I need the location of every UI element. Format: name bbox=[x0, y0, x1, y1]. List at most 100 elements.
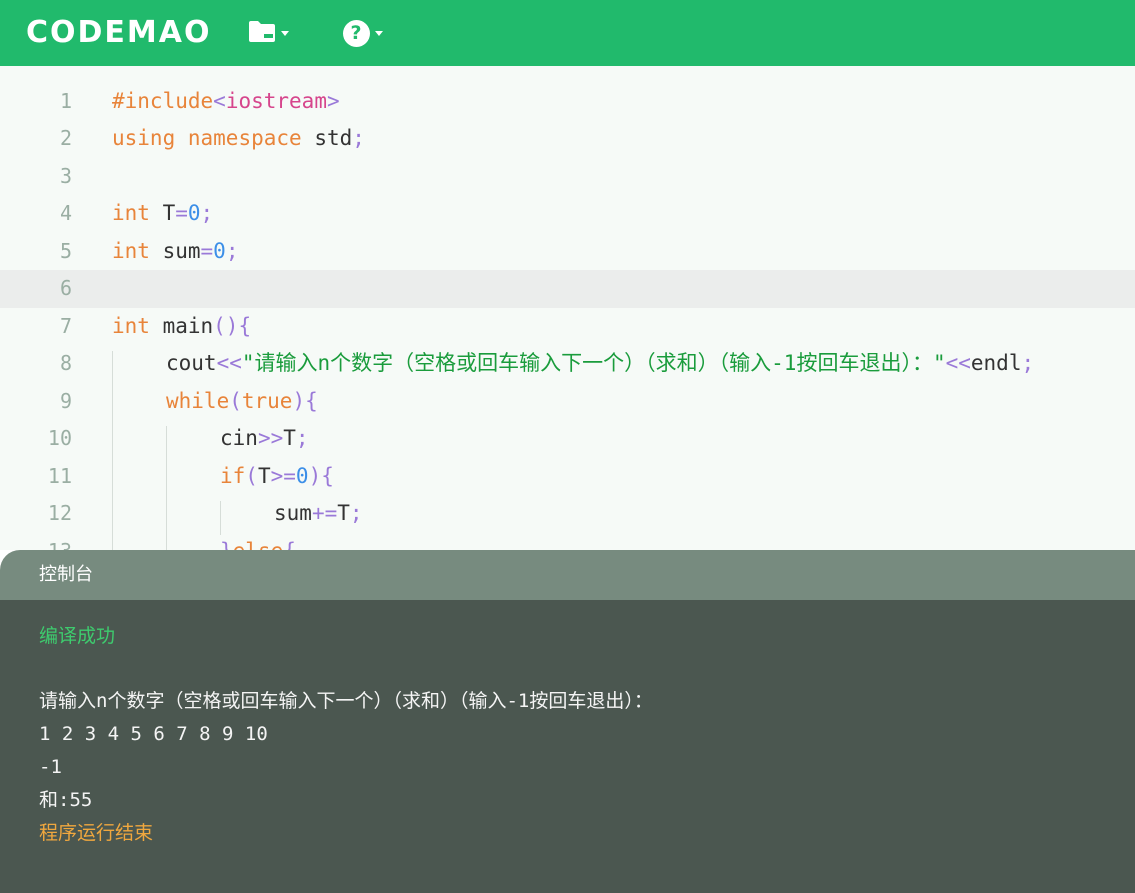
code-token: = bbox=[200, 238, 214, 263]
code-text: int sum=0; bbox=[112, 233, 238, 271]
codemao-logo[interactable]: CODEMAO bbox=[26, 0, 212, 66]
code-line[interactable]: 2 using namespace std; bbox=[0, 120, 1135, 158]
code-text: sum+=T; bbox=[274, 495, 363, 533]
code-token: ; bbox=[295, 426, 309, 450]
app-window: CODEMAO ? 1 #include<iostream> 2 using name… bbox=[0, 0, 1135, 893]
compile-status: 编译成功 bbox=[39, 625, 116, 647]
file-menu-button[interactable] bbox=[248, 13, 289, 53]
line-number: 9 bbox=[59, 388, 72, 413]
code-token: > bbox=[326, 88, 340, 113]
console-output: 编译成功 请输入n个数字（空格或回车输入下一个）（求和）（输入-1按回车退出）：… bbox=[0, 600, 1135, 893]
code-token: T bbox=[337, 501, 350, 525]
indent-guide bbox=[166, 426, 167, 550]
code-token: else bbox=[233, 539, 284, 551]
code-token: if bbox=[220, 463, 246, 488]
code-line[interactable]: 5 int sum=0; bbox=[0, 233, 1135, 271]
line-number: 6 bbox=[59, 276, 72, 300]
code-token: << bbox=[216, 351, 242, 375]
code-token: sum bbox=[274, 501, 312, 525]
code-token: 0 bbox=[295, 463, 309, 488]
code-token: ( bbox=[245, 463, 258, 488]
code-text: cout<<"请输入n个数字（空格或回车输入下一个）（求和）（输入-1按回车退出… bbox=[166, 345, 1034, 383]
line-number: 12 bbox=[47, 501, 72, 525]
code-line[interactable]: 9 while(true){ bbox=[0, 383, 1135, 421]
code-token: >> bbox=[257, 426, 284, 450]
line-number: 10 bbox=[47, 426, 72, 450]
question-circle-icon: ? bbox=[342, 19, 370, 47]
code-line[interactable]: 4 int T=0; bbox=[0, 195, 1135, 233]
code-token: 0 bbox=[187, 201, 201, 225]
indent-guide bbox=[112, 351, 113, 550]
code-token: ; bbox=[352, 126, 365, 150]
code-token: using bbox=[112, 126, 176, 150]
code-token: namespace bbox=[187, 126, 302, 150]
code-token: int bbox=[112, 201, 150, 225]
code-token: } bbox=[220, 539, 233, 551]
code-token: true bbox=[241, 388, 293, 413]
code-line[interactable]: 12 sum+=T; bbox=[0, 495, 1135, 533]
code-line[interactable]: 10 cin>>T; bbox=[0, 420, 1135, 458]
indent-guide bbox=[220, 501, 221, 535]
console-panel: 控制台 编译成功 请输入n个数字（空格或回车输入下一个）（求和）（输入-1按回车… bbox=[0, 550, 1135, 893]
code-token: ){ bbox=[308, 463, 334, 488]
code-token: std bbox=[301, 126, 353, 150]
code-token: << bbox=[945, 351, 971, 375]
code-text: if(T>=0){ bbox=[220, 458, 334, 496]
code-text: int main(){ bbox=[112, 308, 251, 346]
code-token: #include bbox=[112, 88, 214, 113]
top-toolbar: CODEMAO ? bbox=[0, 0, 1135, 66]
code-token: while bbox=[166, 388, 230, 413]
help-menu-button[interactable]: ? bbox=[342, 13, 383, 53]
code-editor[interactable]: 1 #include<iostream> 2 using namespace std;… bbox=[0, 66, 1135, 550]
finish-status: 程序运行结束 bbox=[39, 822, 154, 844]
line-number: 7 bbox=[59, 313, 72, 338]
code-text: using namespace std; bbox=[112, 120, 365, 158]
code-token: < bbox=[213, 88, 226, 113]
code-token: cin bbox=[220, 426, 258, 450]
code-line[interactable]: 6 bbox=[0, 270, 1135, 308]
code-token: T bbox=[283, 426, 296, 450]
code-token: "请输入n个数字（空格或回车输入下一个）（求和）（输入-1按回车退出）：" bbox=[241, 351, 946, 375]
code-token: sum bbox=[149, 238, 201, 263]
code-token: ; bbox=[1021, 351, 1035, 375]
code-text: }else{ bbox=[220, 533, 296, 551]
code-line[interactable]: 1 #include<iostream> bbox=[0, 83, 1135, 121]
code-line[interactable]: 11 if(T>=0){ bbox=[0, 458, 1135, 496]
code-token: (){ bbox=[213, 313, 252, 338]
line-number: 4 bbox=[59, 201, 72, 225]
code-token: ; bbox=[200, 201, 214, 225]
code-line[interactable]: 13}else{ bbox=[0, 533, 1135, 551]
code-text: #include<iostream> bbox=[112, 83, 340, 121]
code-token: int bbox=[112, 313, 150, 338]
output-line: -1 bbox=[39, 756, 62, 778]
code-text: int T=0; bbox=[112, 195, 213, 233]
code-token: main bbox=[149, 313, 214, 338]
code-token: { bbox=[283, 539, 296, 551]
code-token: >= bbox=[270, 463, 296, 488]
output-line: 请输入n个数字（空格或回车输入下一个）（求和）（输入-1按回车退出）： bbox=[39, 690, 653, 712]
code-text: cin>>T; bbox=[220, 420, 309, 458]
code-token: ; bbox=[225, 238, 239, 263]
code-token: ; bbox=[349, 501, 363, 525]
code-line[interactable]: 7 int main(){ bbox=[0, 308, 1135, 346]
chevron-down-icon bbox=[280, 30, 289, 36]
chevron-down-icon bbox=[374, 30, 383, 36]
code-line[interactable]: 8 cout<<"请输入n个数字（空格或回车输入下一个）（求和）（输入-1按回车退… bbox=[0, 345, 1135, 383]
output-line: 1 2 3 4 5 6 7 8 9 10 bbox=[39, 723, 268, 745]
code-text: while(true){ bbox=[166, 383, 318, 421]
code-line[interactable]: 3 bbox=[0, 158, 1135, 196]
line-number: 8 bbox=[59, 351, 72, 375]
output-line: 和:55 bbox=[39, 789, 93, 811]
code-token: += bbox=[311, 501, 338, 525]
line-number: 3 bbox=[59, 163, 72, 188]
code-token: T bbox=[149, 201, 176, 225]
code-token: ( bbox=[229, 388, 242, 413]
code-token: 0 bbox=[213, 238, 226, 263]
line-number: 1 bbox=[59, 88, 72, 113]
code-token: ){ bbox=[292, 388, 318, 413]
code-token: cout bbox=[166, 351, 217, 375]
line-number: 11 bbox=[47, 463, 72, 488]
line-number: 2 bbox=[59, 126, 72, 150]
console-title[interactable]: 控制台 bbox=[0, 550, 1135, 600]
